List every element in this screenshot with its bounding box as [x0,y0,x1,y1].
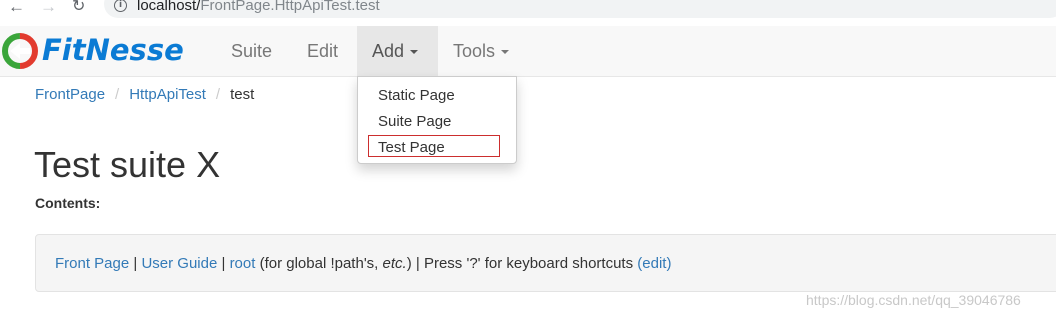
breadcrumb-current: test [230,86,255,103]
nav-edit-label: Edit [307,41,339,61]
footer-link-edit[interactable]: (edit) [637,255,671,272]
nav-tools-dropdown[interactable]: Tools [438,26,524,76]
footer-text: (for global !path's, [255,255,383,272]
watermark: https://blog.csdn.net/qq_39046786 [806,292,1021,308]
breadcrumb-httpapitest[interactable]: HttpApiTest [129,86,206,103]
footer-text: ) | Press '?' for keyboard shortcuts [406,255,638,272]
footer-link-front-page[interactable]: Front Page [55,255,129,272]
nav-edit[interactable]: Edit [292,26,353,76]
nav-suite-label: Suite [231,41,273,61]
page-title: Test suite X [34,144,221,185]
footer-link-user-guide[interactable]: User Guide [141,255,217,272]
url-host: localhost/ [137,0,201,14]
breadcrumb: FrontPage / HttpApiTest / test [35,86,254,104]
footer-link-root[interactable]: root [230,255,256,272]
brand-name: FitNesse [42,33,184,67]
browser-toolbar: ← → ↻ i localhost/FrontPage.HttpApiTest.… [0,0,1056,18]
fitnesse-logo-icon [2,33,38,69]
nav-add-dropdown[interactable]: Add [357,26,438,76]
url-path: FrontPage.HttpApiTest.test [200,0,380,14]
breadcrumb-frontpage[interactable]: FrontPage [35,86,105,103]
breadcrumb-separator: / [115,86,120,103]
footer-well: Front Page | User Guide | root (for glob… [35,234,1056,292]
menu-item-static-page[interactable]: Static Page [358,83,516,109]
caret-down-icon [501,50,510,55]
address-url[interactable]: localhost/FrontPage.HttpApiTest.test [137,0,380,15]
nav-tools-label: Tools [453,41,496,61]
nav-suite[interactable]: Suite [216,26,287,76]
footer-separator: | [217,255,230,272]
forward-arrow-icon[interactable]: → [40,0,57,16]
footer-line: Front Page | User Guide | root (for glob… [55,255,671,273]
breadcrumb-separator: / [215,86,221,103]
menu-item-suite-page[interactable]: Suite Page [358,109,516,135]
back-arrow-icon[interactable]: ← [8,0,25,16]
top-navbar: FitNesse Suite Edit Add Tools [0,26,1056,77]
caret-down-icon [410,50,419,55]
footer-separator: | [129,255,142,272]
contents-label: Contents: [35,195,101,211]
nav-add-label: Add [372,41,405,61]
reload-icon[interactable]: ↻ [72,0,85,16]
highlight-box [368,135,500,157]
footer-text-etc: etc. [382,255,407,272]
add-dropdown-menu: Static Page Suite Page Test Page [357,76,517,164]
